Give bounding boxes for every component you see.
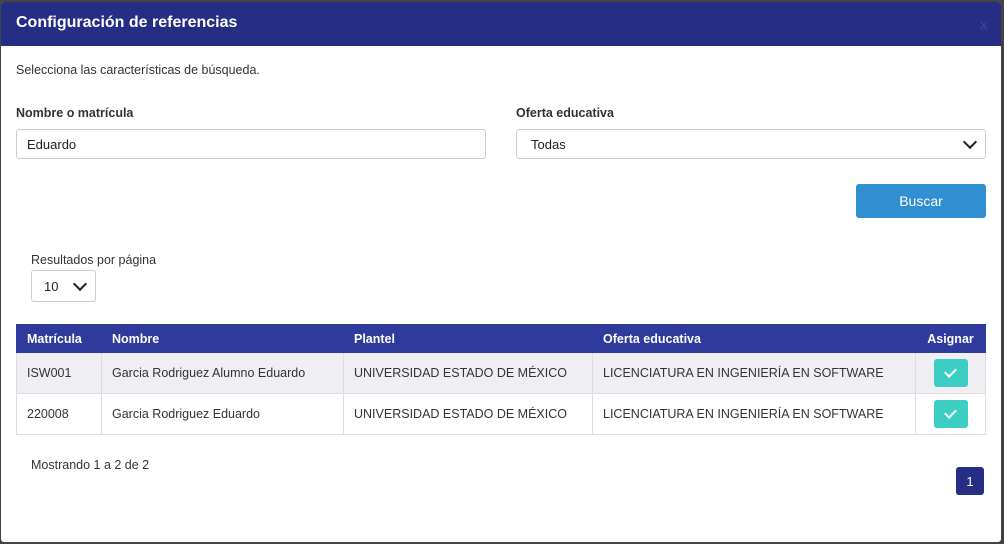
- offer-select-value: Todas: [531, 136, 566, 152]
- check-icon: [944, 406, 957, 419]
- check-icon: [944, 365, 957, 378]
- cell-plantel: UNIVERSIDAD ESTADO DE MÉXICO: [343, 352, 593, 394]
- cell-oferta: LICENCIATURA EN INGENIERÍA EN SOFTWARE: [592, 393, 916, 435]
- cell-asignar: [915, 352, 986, 394]
- column-header-plantel[interactable]: Plantel: [343, 324, 593, 353]
- chevron-down-icon: [962, 134, 978, 150]
- pagination-info: Mostrando 1 a 2 de 2: [31, 458, 150, 472]
- modal-header: Configuración de referencias x: [1, 2, 1001, 46]
- results-per-page-select[interactable]: 10: [31, 270, 96, 302]
- cell-matricula: ISW001: [16, 352, 102, 394]
- assign-button[interactable]: [933, 359, 968, 387]
- cell-nombre: Garcia Rodriguez Eduardo: [101, 393, 344, 435]
- references-modal: Configuración de referencias x Seleccion…: [1, 2, 1001, 542]
- table-row: 220008 Garcia Rodriguez Eduardo UNIVERSI…: [16, 393, 986, 435]
- cell-plantel: UNIVERSIDAD ESTADO DE MÉXICO: [343, 393, 593, 435]
- offer-select[interactable]: Todas: [516, 129, 986, 159]
- modal-subtitle: Selecciona las características de búsque…: [16, 63, 260, 77]
- cell-nombre: Garcia Rodriguez Alumno Eduardo: [101, 352, 344, 394]
- search-button[interactable]: Buscar: [856, 184, 986, 218]
- cell-matricula: 220008: [16, 393, 102, 435]
- table-row: ISW001 Garcia Rodriguez Alumno Eduardo U…: [16, 352, 986, 394]
- modal-title: Configuración de referencias: [16, 14, 238, 31]
- column-header-matricula[interactable]: Matrícula: [16, 324, 102, 353]
- results-table: Matrícula Nombre Plantel Oferta educativ…: [16, 324, 986, 435]
- chevron-down-icon: [72, 276, 88, 292]
- column-header-oferta[interactable]: Oferta educativa: [592, 324, 916, 353]
- cell-asignar: [915, 393, 986, 435]
- page-button-1[interactable]: 1: [956, 467, 984, 495]
- name-input[interactable]: [16, 129, 486, 159]
- results-per-page-label: Resultados por página: [31, 253, 157, 267]
- assign-button[interactable]: [933, 400, 968, 428]
- cell-oferta: LICENCIATURA EN INGENIERÍA EN SOFTWARE: [592, 352, 916, 394]
- column-header-asignar[interactable]: Asignar: [915, 324, 986, 353]
- column-header-nombre[interactable]: Nombre: [101, 324, 344, 353]
- results-per-page-value: 10: [44, 278, 59, 294]
- close-icon[interactable]: x: [980, 16, 989, 33]
- offer-label: Oferta educativa: [516, 106, 614, 120]
- name-label: Nombre o matrícula: [16, 106, 134, 120]
- table-header-row: Matrícula Nombre Plantel Oferta educativ…: [16, 324, 986, 353]
